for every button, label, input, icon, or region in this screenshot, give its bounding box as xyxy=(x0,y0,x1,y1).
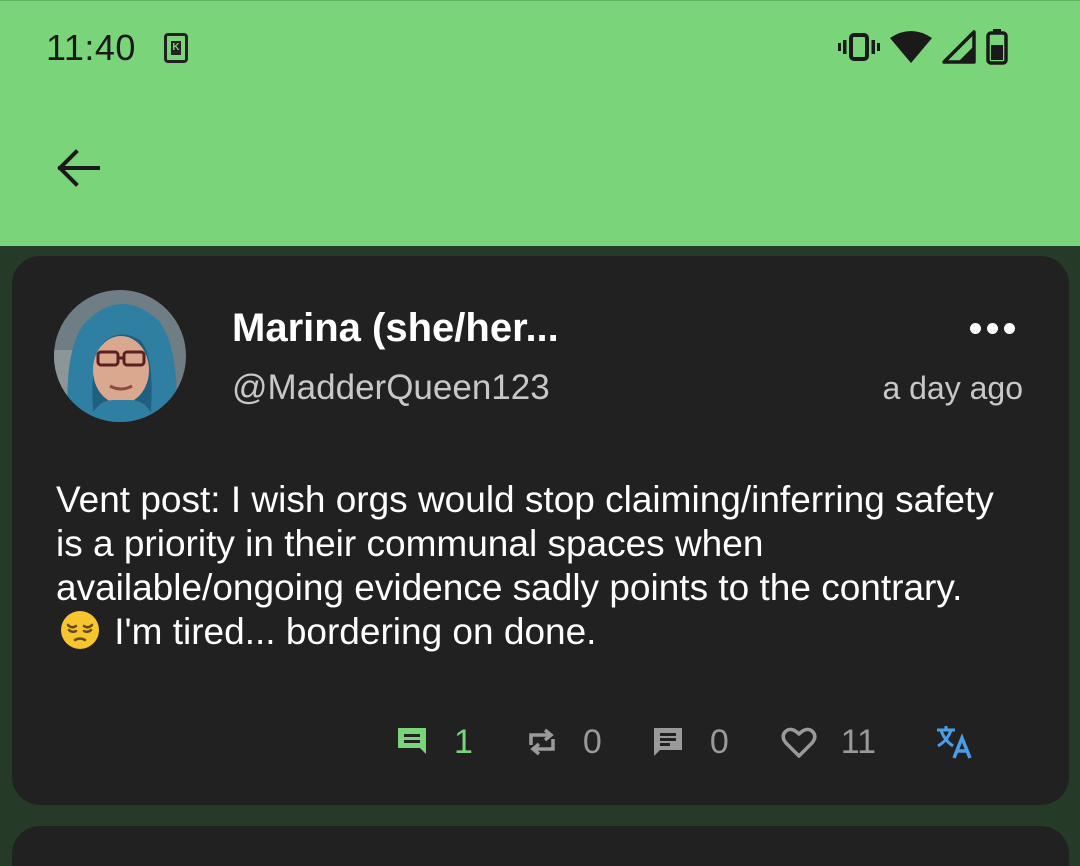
k-app-notification-icon: K xyxy=(164,33,188,63)
post-content-text: Vent post: I wish orgs would stop claimi… xyxy=(56,479,994,608)
status-bar: 11:40 K xyxy=(0,0,1080,96)
status-time: 11:40 xyxy=(46,27,136,68)
post-actions: 1 0 0 11 xyxy=(394,720,974,764)
reply-count: 1 xyxy=(454,722,473,761)
pensive-face-icon xyxy=(61,611,99,649)
post-card[interactable]: Marina (she/her... @MadderQueen123 a day… xyxy=(12,256,1069,805)
reply-button[interactable]: 1 xyxy=(394,723,473,762)
more-options-button[interactable] xyxy=(964,312,1020,344)
translate-icon xyxy=(937,726,972,759)
status-icons xyxy=(838,27,1008,67)
post-timestamp: a day ago xyxy=(882,370,1023,406)
quote-count: 0 xyxy=(709,722,729,761)
quote-button[interactable]: 0 xyxy=(650,723,729,762)
boost-button[interactable]: 0 xyxy=(525,723,602,762)
username[interactable]: @MadderQueen123 xyxy=(232,368,550,408)
signal-icon xyxy=(942,30,976,64)
favourite-count: 11 xyxy=(840,722,877,761)
post-content: Vent post: I wish orgs would stop claimi… xyxy=(56,478,996,654)
more-dot-icon xyxy=(986,322,998,334)
more-dot-icon xyxy=(969,322,981,334)
heart-icon xyxy=(781,727,817,758)
display-name[interactable]: Marina (she/her... xyxy=(232,306,559,351)
reply-icon xyxy=(398,728,426,754)
translate-button[interactable] xyxy=(934,722,974,762)
boost-count: 0 xyxy=(582,722,602,761)
boost-icon xyxy=(529,728,555,756)
avatar[interactable] xyxy=(54,290,186,422)
more-dot-icon xyxy=(1003,322,1015,334)
next-post-card[interactable] xyxy=(12,826,1069,866)
favourite-button[interactable]: 11 xyxy=(781,723,876,762)
arrow-back-icon xyxy=(57,149,100,187)
comment-icon xyxy=(653,728,682,756)
battery-icon xyxy=(986,29,1008,65)
post-content-text-end: I'm tired... bordering on done. xyxy=(114,611,597,652)
vibrate-icon xyxy=(838,32,880,62)
wifi-icon xyxy=(890,30,932,64)
back-button[interactable] xyxy=(50,140,106,196)
app-bar xyxy=(0,96,1080,246)
